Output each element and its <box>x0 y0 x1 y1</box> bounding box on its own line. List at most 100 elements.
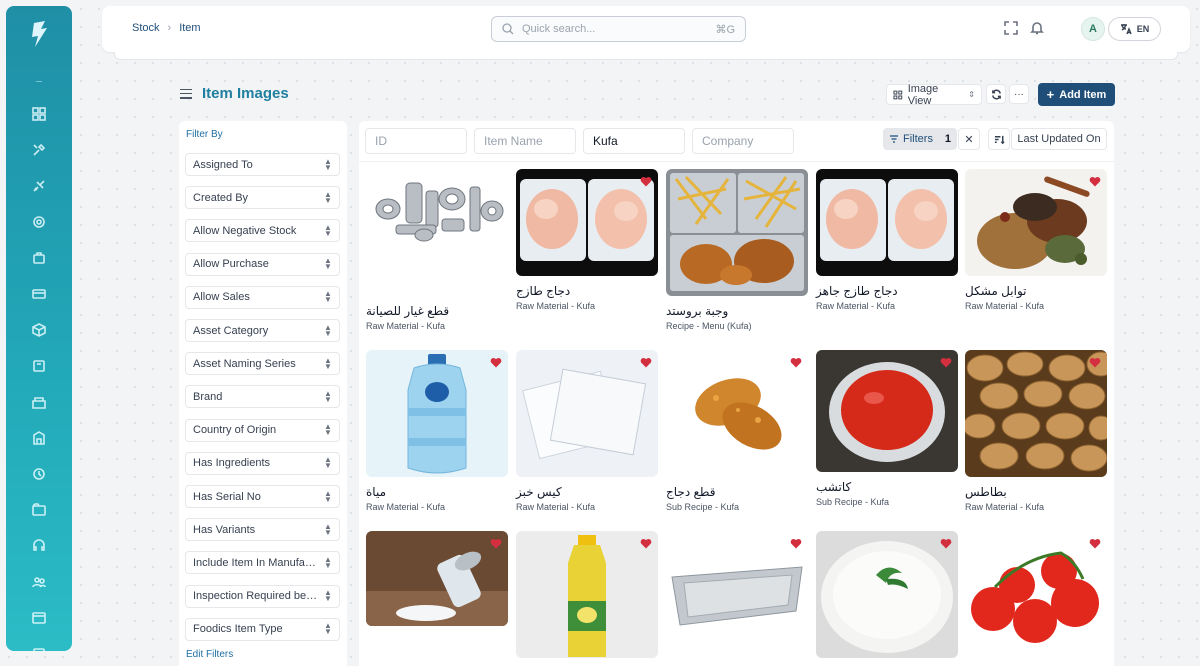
filter-select[interactable]: Has Variants ▲ ▼ <box>185 518 340 542</box>
item-image[interactable] <box>816 531 958 658</box>
item-card[interactable] <box>965 531 1107 658</box>
heart-icon[interactable] <box>640 355 652 368</box>
item-image[interactable] <box>366 350 508 477</box>
website-icon[interactable] <box>29 608 49 628</box>
view-selector[interactable]: Image View ⇕ <box>886 83 982 107</box>
id-filter-input[interactable]: ID <box>365 128 467 154</box>
sort-by-selector[interactable]: Last Updated On <box>1011 128 1107 150</box>
item-name[interactable]: قطع دجاج <box>666 485 808 499</box>
item-image[interactable] <box>666 531 808 658</box>
filter-select[interactable]: Inspection Required before Purchase ▲▼ <box>185 584 340 608</box>
item-card[interactable] <box>666 531 808 658</box>
filter-select[interactable]: Country of Origin ▲ ▼ <box>185 418 340 442</box>
item-group-filter-input[interactable]: Kufa <box>583 128 685 154</box>
filter-select[interactable]: Brand ▲ ▼ <box>185 385 340 409</box>
filter-select[interactable]: Asset Naming Series ▲ ▼ <box>185 352 340 376</box>
item-name-filter-input[interactable]: Item Name <box>474 128 576 154</box>
item-card[interactable]: توابل مشكل Raw Material - Kufa <box>965 169 1107 311</box>
item-name[interactable]: قطع غيار للصيانة <box>366 304 508 318</box>
item-name[interactable]: دجاج طازج جاهز <box>816 284 958 298</box>
accounting-icon[interactable] <box>29 212 49 232</box>
item-card[interactable]: وجبة بروستد Recipe - Menu (Kufa) <box>666 169 808 331</box>
avatar[interactable]: A <box>1081 17 1105 41</box>
item-name[interactable]: كيس خبز <box>516 485 658 499</box>
bell-icon[interactable] <box>1030 21 1046 37</box>
crm-icon[interactable] <box>29 500 49 520</box>
heart-icon[interactable] <box>1089 355 1101 368</box>
item-card[interactable]: بطاطس Raw Material - Kufa <box>965 350 1107 512</box>
item-image[interactable] <box>965 169 1107 276</box>
filter-select[interactable]: Include Item In Manufacturing ▲▼ <box>185 551 340 575</box>
buying-icon[interactable] <box>29 248 49 268</box>
item-card[interactable]: مياة Raw Material - Kufa <box>366 350 508 512</box>
item-image[interactable] <box>816 350 958 472</box>
sort-order-button[interactable] <box>988 128 1010 150</box>
quality-icon[interactable] <box>29 464 49 484</box>
item-image[interactable] <box>516 350 658 477</box>
item-name[interactable]: بطاطس <box>965 485 1107 499</box>
support-icon[interactable] <box>29 536 49 556</box>
heart-icon[interactable] <box>1089 174 1101 187</box>
fullscreen-icon[interactable] <box>1004 21 1020 37</box>
item-name[interactable]: وجبة بروستد <box>666 304 808 318</box>
item-image[interactable] <box>965 531 1107 658</box>
app-logo-icon[interactable] <box>27 19 51 49</box>
add-item-button[interactable]: + Add Item <box>1038 83 1115 106</box>
breadcrumb-item[interactable]: Item <box>179 22 200 34</box>
item-image[interactable] <box>366 531 508 626</box>
heart-icon[interactable] <box>490 536 502 549</box>
item-image[interactable] <box>816 169 958 276</box>
company-filter-input[interactable]: Company <box>692 128 794 154</box>
item-image[interactable] <box>516 169 658 276</box>
filters-button[interactable]: Filters 1 <box>883 128 957 150</box>
manufacturing-icon[interactable] <box>29 392 49 412</box>
tools2-icon[interactable] <box>29 644 49 651</box>
selling-icon[interactable] <box>29 284 49 304</box>
item-card[interactable] <box>516 531 658 658</box>
heart-icon[interactable] <box>640 536 652 549</box>
heart-icon[interactable] <box>640 174 652 187</box>
item-card[interactable]: قطع دجاج Sub Recipe - Kufa <box>666 350 808 512</box>
filter-select[interactable]: Has Serial No ▲ ▼ <box>185 485 340 508</box>
filter-select[interactable]: Assigned To ▲ ▼ <box>185 153 340 176</box>
integrations-icon[interactable] <box>29 176 49 196</box>
more-button[interactable]: ··· <box>1009 84 1029 104</box>
filter-select[interactable]: Created By ▲ ▼ <box>185 186 340 210</box>
heart-icon[interactable] <box>1089 536 1101 549</box>
filter-select[interactable]: Allow Purchase ▲ ▼ <box>185 252 340 276</box>
heart-icon[interactable] <box>790 536 802 549</box>
filter-select[interactable]: Allow Sales ▲ ▼ <box>185 285 340 309</box>
heart-icon[interactable] <box>490 355 502 368</box>
filter-select[interactable]: Allow Negative Stock ▲ ▼ <box>185 219 340 243</box>
heart-icon[interactable] <box>790 355 802 368</box>
refresh-button[interactable] <box>986 84 1006 104</box>
item-image[interactable] <box>666 350 808 477</box>
item-card[interactable]: دجاج طازج جاهز Raw Material - Kufa <box>816 169 958 311</box>
item-name[interactable]: دجاج طازج <box>516 284 658 298</box>
item-card[interactable]: قطع غيار للصيانة Raw Material - Kufa <box>366 169 508 331</box>
search-input[interactable]: Quick search... ⌘G <box>491 16 746 42</box>
item-name[interactable]: كاتشب <box>816 480 958 494</box>
hamburger-icon[interactable] <box>180 88 192 99</box>
breadcrumb-stock[interactable]: Stock <box>132 22 160 34</box>
item-name[interactable]: توابل مشكل <box>965 284 1107 298</box>
home-icon[interactable] <box>29 104 49 124</box>
users-icon[interactable] <box>29 572 49 592</box>
projects-icon[interactable] <box>29 428 49 448</box>
item-image[interactable] <box>516 531 658 658</box>
stock-icon[interactable] <box>29 320 49 340</box>
item-card[interactable] <box>816 531 958 658</box>
item-name[interactable]: مياة <box>366 485 508 499</box>
item-card[interactable]: كيس خبز Raw Material - Kufa <box>516 350 658 512</box>
item-image[interactable] <box>666 169 808 296</box>
item-card[interactable] <box>366 531 508 626</box>
clear-filters-button[interactable]: ✕ <box>958 128 980 150</box>
heart-icon[interactable] <box>940 355 952 368</box>
filter-select[interactable]: Has Ingredients ▲ ▼ <box>185 451 340 475</box>
item-image[interactable] <box>965 350 1107 477</box>
filter-select[interactable]: Asset Category ▲ ▼ <box>185 319 340 342</box>
edit-filters-link[interactable]: Edit Filters <box>186 649 233 660</box>
language-switcher[interactable]: EN <box>1108 17 1161 41</box>
heart-icon[interactable] <box>940 536 952 549</box>
tools-icon[interactable] <box>29 140 49 160</box>
